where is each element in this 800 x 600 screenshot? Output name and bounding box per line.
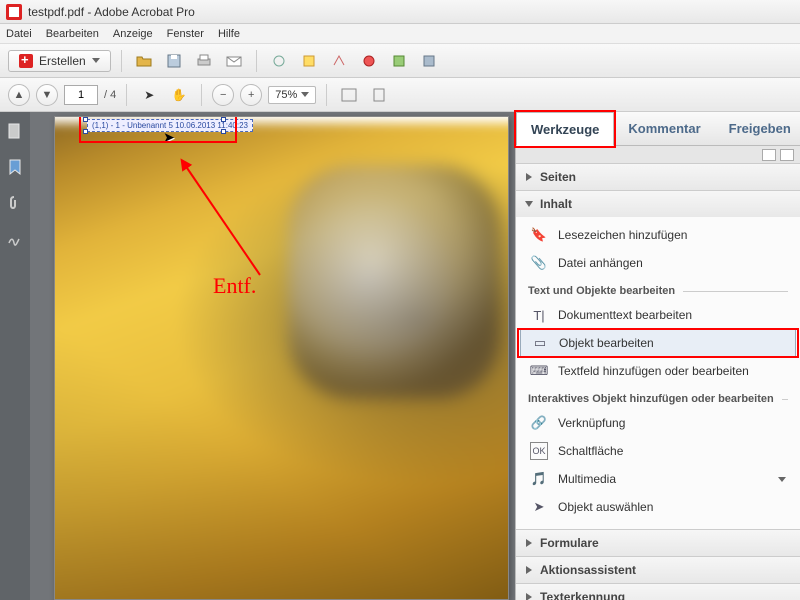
accordion-content[interactable]: Inhalt <box>516 191 800 217</box>
right-panel: Werkzeuge Kommentar Freigeben Seiten Inh… <box>515 112 800 600</box>
tab-share[interactable]: Freigeben <box>715 112 800 145</box>
chevron-down-icon <box>92 58 100 63</box>
signatures-panel-icon[interactable] <box>6 230 24 248</box>
tool-add-bookmark[interactable]: 🔖 Lesezeichen hinzufügen <box>516 221 800 249</box>
text-edit-icon: T| <box>530 306 548 324</box>
accordion-forms[interactable]: Formulare <box>516 530 800 556</box>
menu-help[interactable]: Hilfe <box>218 28 240 40</box>
accordion-ocr[interactable]: Texterkennung <box>516 584 800 600</box>
fit-page-button[interactable] <box>367 83 391 107</box>
link-icon: 🔗 <box>530 414 548 432</box>
email-button[interactable] <box>222 49 246 73</box>
typewriter-icon: ⌨ <box>530 362 548 380</box>
panel-menu-button[interactable] <box>762 149 776 161</box>
zoom-out-button[interactable]: − <box>212 84 234 106</box>
paperclip-icon: 📎 <box>530 254 548 272</box>
document-filename: testpdf.pdf <box>28 5 84 19</box>
tool-link[interactable]: 🔗 Verknüpfung <box>516 409 800 437</box>
pdf-file-icon <box>6 4 22 20</box>
tab-tools[interactable]: Werkzeuge <box>516 112 614 146</box>
accordion-action-wizard[interactable]: Aktionsassistent <box>516 557 800 583</box>
right-panel-mini-toolbar <box>516 146 800 164</box>
main-toolbar: Erstellen <box>0 44 800 78</box>
menu-view[interactable]: Anzeige <box>113 28 153 40</box>
create-button[interactable]: Erstellen <box>8 50 111 72</box>
hand-tool-button[interactable]: ✋ <box>167 83 191 107</box>
window-titlebar: testpdf.pdf - Adobe Acrobat Pro <box>0 0 800 24</box>
arrow-cursor-icon: ➤ <box>530 498 548 516</box>
zoom-in-button[interactable]: + <box>240 84 262 106</box>
open-button[interactable] <box>132 49 156 73</box>
tool-button[interactable]: OK Schaltfläche <box>516 437 800 465</box>
document-viewport[interactable]: (1,1) - 1 - Unbenannt 5 10.06.2013 11:40… <box>30 112 515 600</box>
tool-edit-object[interactable]: ▭ Objekt bearbeiten <box>520 329 796 357</box>
tool-add-textbox[interactable]: ⌨ Textfeld hinzufügen oder bearbeiten <box>516 357 800 385</box>
ok-button-icon: OK <box>530 442 548 460</box>
print-button[interactable] <box>192 49 216 73</box>
bookmark-icon: 🔖 <box>530 226 548 244</box>
tool-e-button[interactable] <box>387 49 411 73</box>
create-button-label: Erstellen <box>39 54 86 68</box>
left-rail <box>0 112 30 600</box>
save-button[interactable] <box>162 49 186 73</box>
zoom-select[interactable]: 75% <box>268 86 316 104</box>
nav-toolbar: ▲ ▼ / 4 ➤ ✋ − + 75% <box>0 78 800 112</box>
page-image-content <box>54 123 509 600</box>
page-canvas: (1,1) - 1 - Unbenannt 5 10.06.2013 11:40… <box>54 116 509 600</box>
chevron-down-icon <box>301 92 309 97</box>
app-name: Adobe Acrobat Pro <box>94 5 195 19</box>
page-total-label: / 4 <box>104 89 116 101</box>
tool-attach-file[interactable]: 📎 Datei anhängen <box>516 249 800 277</box>
pages-panel-icon[interactable] <box>6 122 24 140</box>
tab-comment[interactable]: Kommentar <box>614 112 714 145</box>
subheading-interactive: Interaktives Objekt hinzufügen oder bear… <box>516 385 800 409</box>
page-up-button[interactable]: ▲ <box>8 84 30 106</box>
tool-edit-document-text[interactable]: T| Dokumenttext bearbeiten <box>516 301 800 329</box>
tool-c-button[interactable] <box>327 49 351 73</box>
zoom-value: 75% <box>275 89 297 101</box>
tool-b-button[interactable] <box>297 49 321 73</box>
tool-multimedia[interactable]: 🎵 Multimedia <box>516 465 800 493</box>
object-edit-icon: ▭ <box>531 334 549 352</box>
select-tool-button[interactable]: ➤ <box>137 83 161 107</box>
page-number-input[interactable] <box>64 85 98 105</box>
cursor-icon: ➤ <box>163 129 175 146</box>
menu-bar: Datei Bearbeiten Anzeige Fenster Hilfe <box>0 24 800 44</box>
tool-d-button[interactable] <box>357 49 381 73</box>
panel-collapse-button[interactable] <box>780 149 794 161</box>
page-down-button[interactable]: ▼ <box>36 84 58 106</box>
right-panel-tabs: Werkzeuge Kommentar Freigeben <box>516 112 800 146</box>
tool-select-object[interactable]: ➤ Objekt auswählen <box>516 493 800 521</box>
chevron-down-icon <box>778 477 786 482</box>
tool-a-button[interactable] <box>267 49 291 73</box>
menu-edit[interactable]: Bearbeiten <box>46 28 99 40</box>
accordion-pages[interactable]: Seiten <box>516 164 800 190</box>
tool-f-button[interactable] <box>417 49 441 73</box>
bookmarks-panel-icon[interactable] <box>6 158 24 176</box>
plus-icon <box>19 54 33 68</box>
multimedia-icon: 🎵 <box>530 470 548 488</box>
fit-width-button[interactable] <box>337 83 361 107</box>
menu-file[interactable]: Datei <box>6 28 32 40</box>
subheading-text-objects: Text und Objekte bearbeiten <box>516 277 800 301</box>
menu-window[interactable]: Fenster <box>167 28 204 40</box>
attachments-panel-icon[interactable] <box>6 194 24 212</box>
